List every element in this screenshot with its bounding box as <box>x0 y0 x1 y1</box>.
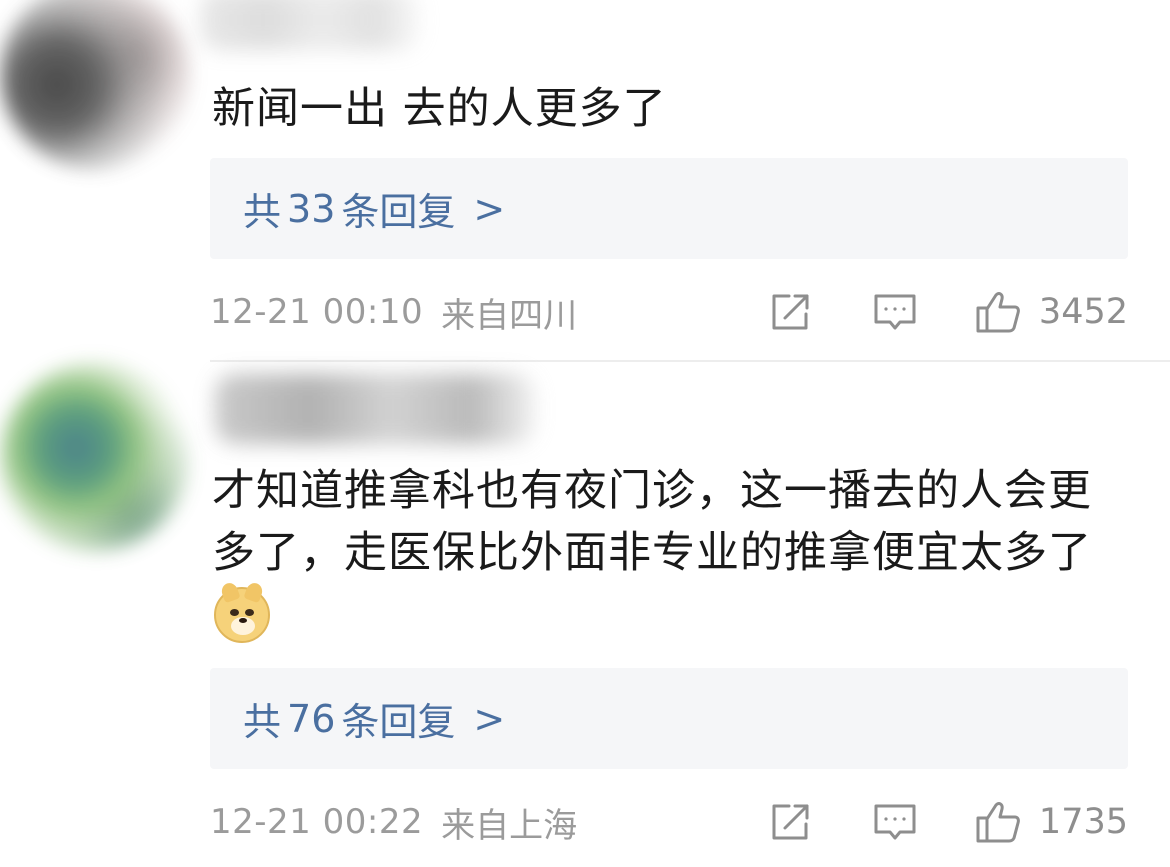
comment-location: 来自四川 <box>441 295 578 336</box>
comment-item: 新闻一出 去的人更多了 共 33 条回复 > 12-21 00:10 来自四川 <box>0 0 1170 362</box>
username-blurred[interactable] <box>200 0 420 50</box>
replies-suffix: 条回复 <box>341 190 456 234</box>
comment-time: 12-21 00:10 <box>210 292 424 332</box>
thumbs-up-icon <box>976 292 1020 333</box>
replies-prefix: 共 <box>243 700 282 744</box>
like-count: 1735 <box>1038 802 1128 842</box>
doge-emoji-icon <box>214 580 270 643</box>
view-replies-button[interactable]: 共 76 条回复 > <box>210 668 1128 769</box>
share-icon <box>772 294 809 330</box>
avatar[interactable] <box>0 0 190 170</box>
replies-prefix: 共 <box>243 190 282 234</box>
share-button[interactable] <box>769 292 811 332</box>
chevron-right-icon: > <box>473 186 506 231</box>
comment-text: 新闻一出 去的人更多了 <box>212 84 667 134</box>
comment-button[interactable] <box>873 292 917 332</box>
username-blurred[interactable] <box>215 374 535 444</box>
view-replies-button[interactable]: 共 33 条回复 > <box>210 158 1128 259</box>
avatar[interactable] <box>0 362 190 552</box>
comment-item: 才知道推拿科也有夜门诊，这一播去的人会更多了，走医保比外面非专业的推拿便宜太多了… <box>0 362 1170 867</box>
replies-count: 33 <box>287 186 336 231</box>
comment-meta: 12-21 00:10 来自四川 3452 <box>210 287 1128 337</box>
replies-count: 76 <box>287 696 336 741</box>
thumbs-up-icon <box>976 802 1020 843</box>
chevron-right-icon: > <box>473 696 506 741</box>
replies-suffix: 条回复 <box>341 700 456 744</box>
like-count: 3452 <box>1038 292 1128 332</box>
comment-button[interactable] <box>873 802 917 842</box>
share-icon <box>772 804 809 840</box>
comment-icon <box>874 804 916 840</box>
comment-text: 才知道推拿科也有夜门诊，这一播去的人会更多了，走医保比外面非专业的推拿便宜太多了 <box>212 466 1092 578</box>
like-button[interactable]: 3452 <box>975 290 1128 334</box>
comment-location: 来自上海 <box>441 805 578 846</box>
comment-meta: 12-21 00:22 来自上海 1735 <box>210 797 1128 847</box>
comment-icon <box>874 294 916 330</box>
share-button[interactable] <box>769 802 811 842</box>
comment-time: 12-21 00:22 <box>210 802 424 842</box>
like-button[interactable]: 1735 <box>975 800 1128 844</box>
